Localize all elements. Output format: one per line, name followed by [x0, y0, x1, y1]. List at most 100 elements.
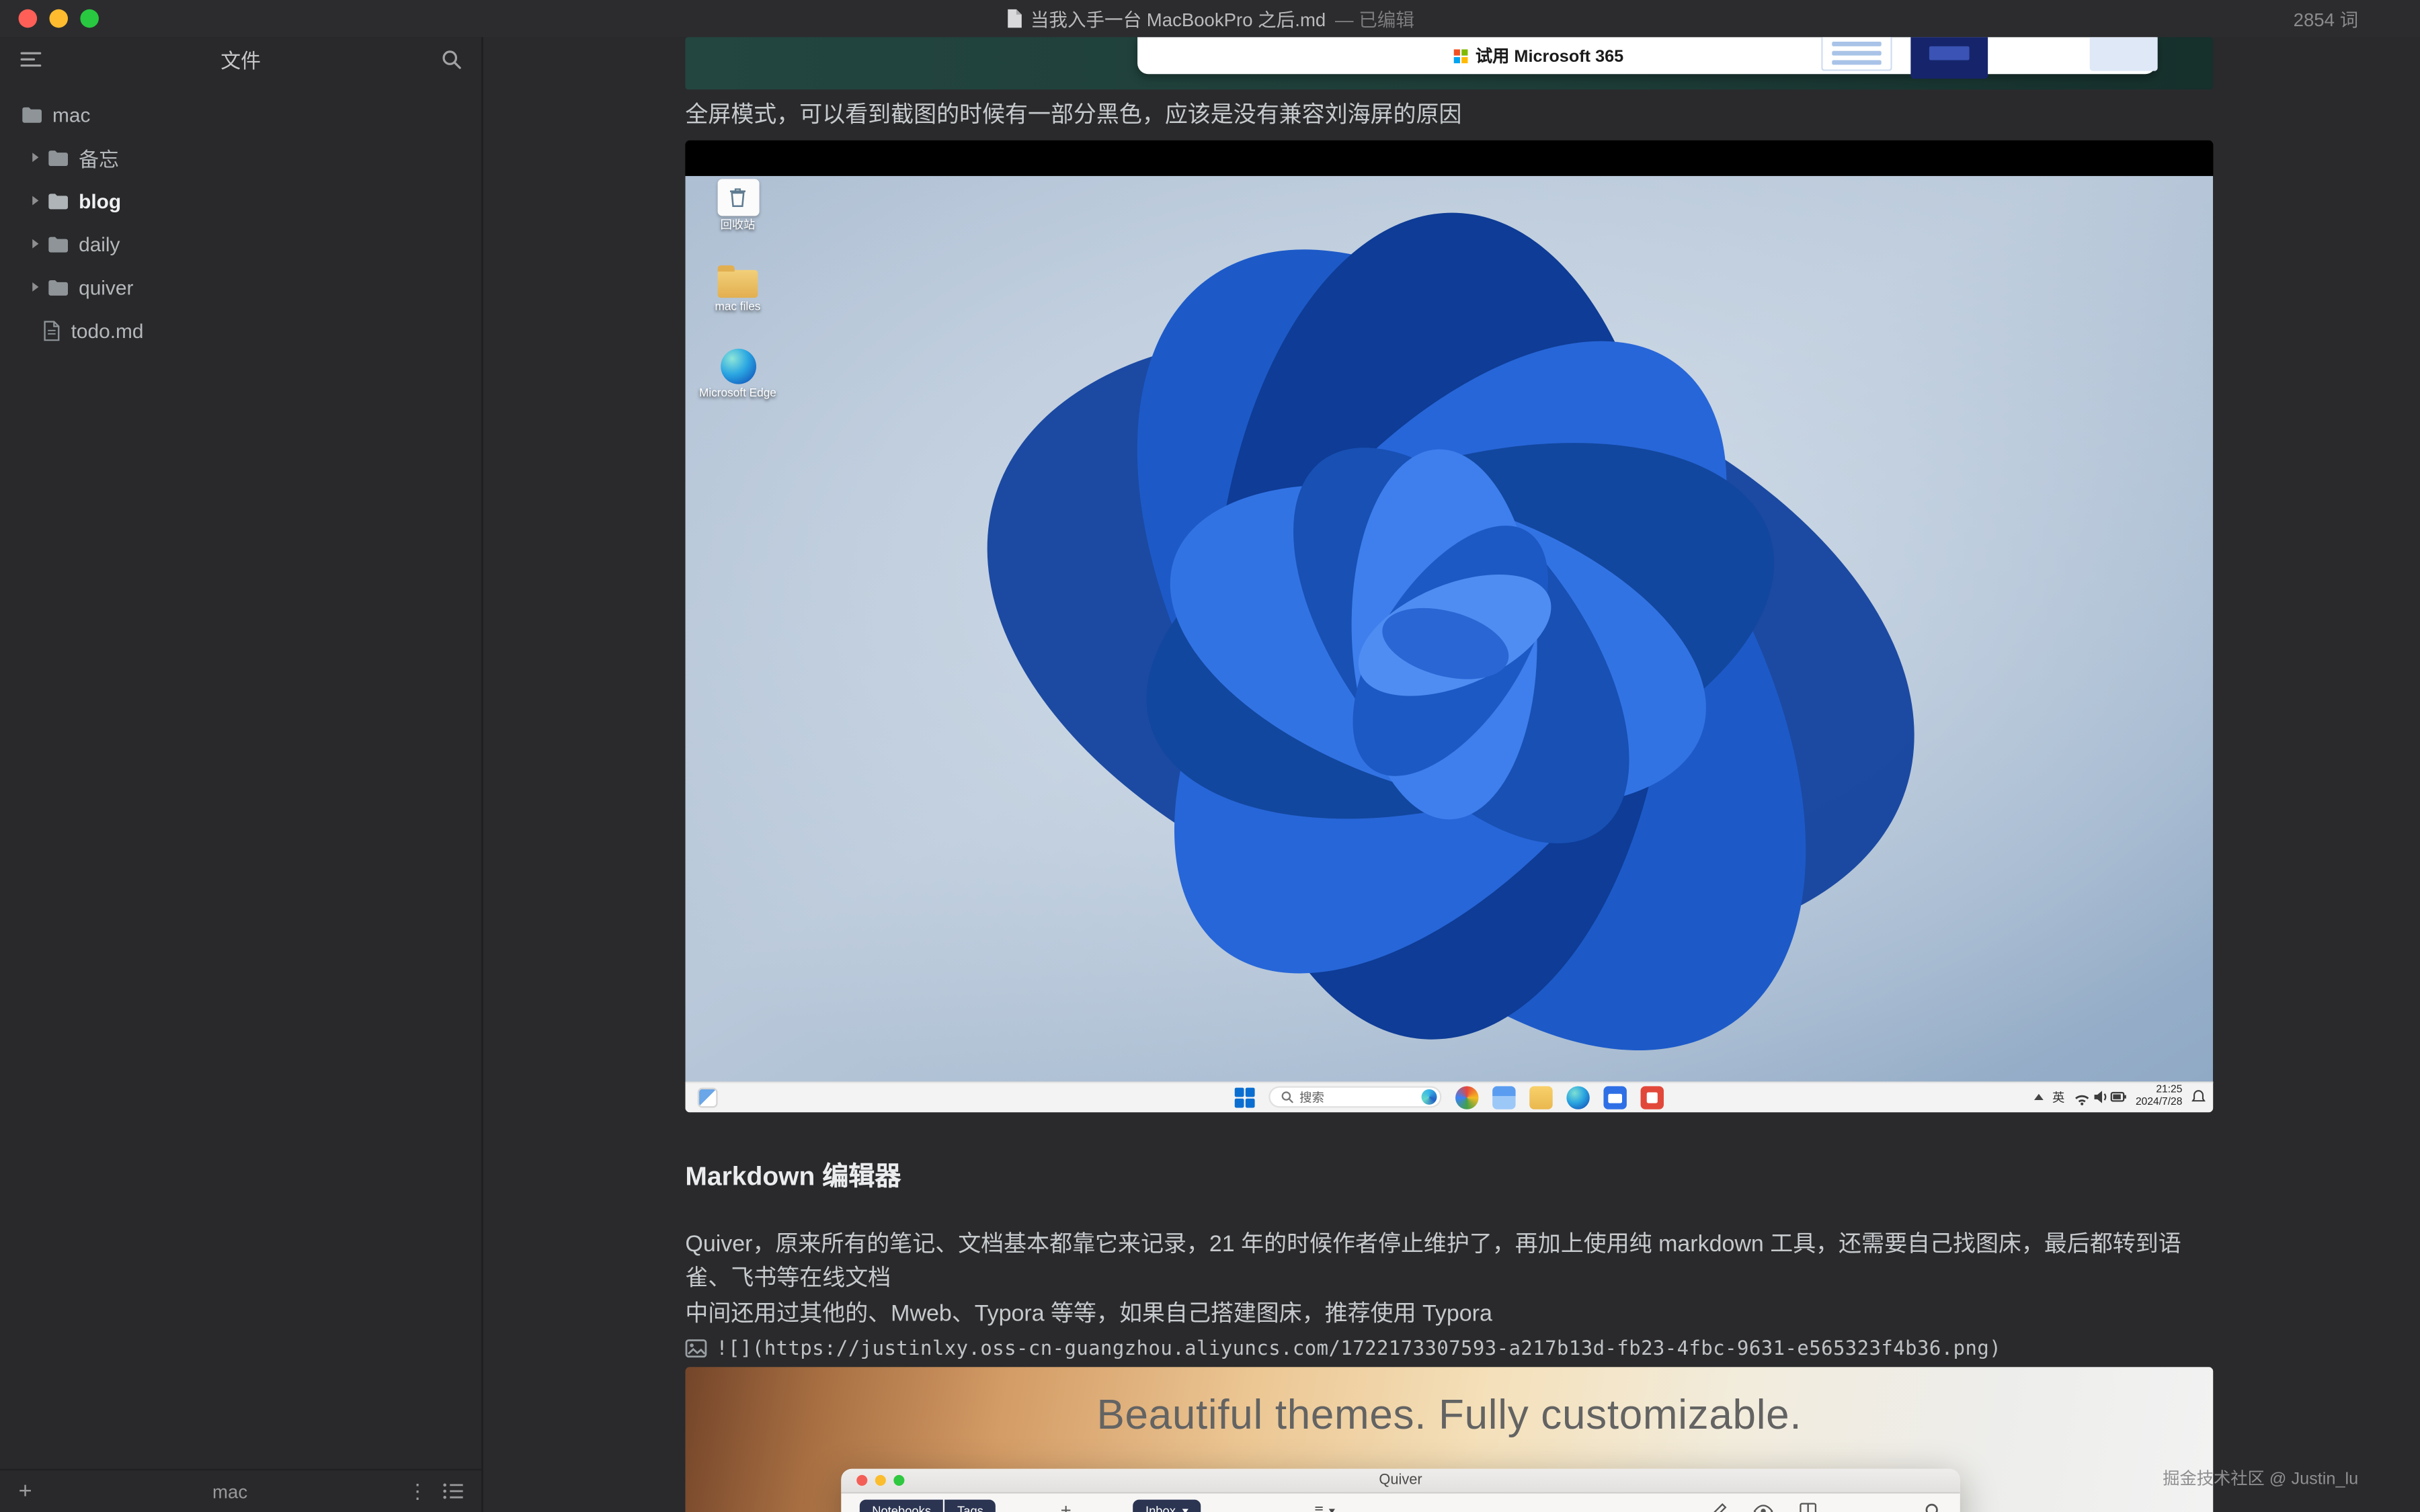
bing-icon — [1422, 1089, 1437, 1105]
sidebar-title: 文件 — [0, 44, 481, 73]
notch-black-bar — [685, 140, 2213, 175]
sidebar-item-label: quiver — [79, 276, 133, 298]
outline-toggle-icon[interactable] — [443, 1482, 463, 1499]
chevron-right-icon[interactable] — [32, 282, 38, 292]
ime-language-indicator: 英 — [2052, 1089, 2064, 1105]
edit-pencil-icon — [1710, 1502, 1727, 1512]
paragraph-quiver[interactable]: Quiver，原来所有的笔记、文档基本都靠它来记录，21 年的时候作者停止维护了… — [685, 1227, 2213, 1296]
breadcrumb[interactable]: mac — [52, 1480, 407, 1502]
document-icon — [1006, 9, 1021, 28]
widgets-icon — [698, 1087, 718, 1107]
menu-icon: ≡ — [1315, 1502, 1324, 1512]
community-watermark: 掘金技术社区 @ Justin_lu — [2163, 1466, 2358, 1490]
desktop-icon-edge: Microsoft Edge — [694, 348, 781, 400]
sidebar-toggle-icon[interactable] — [20, 50, 42, 67]
traffic-lights — [19, 9, 99, 28]
quiver-toolbar: Notebooks Tags + Inbox ≡ — [841, 1493, 1960, 1512]
sidebar-item-mac[interactable]: mac — [0, 93, 481, 136]
copilot-icon — [1455, 1085, 1478, 1108]
fullscreen-button[interactable] — [80, 9, 99, 28]
file-icon — [43, 320, 60, 340]
try-microsoft-365: 试用 Microsoft 365 — [1454, 37, 1623, 74]
quiver-titlebar: Quiver — [841, 1468, 1960, 1493]
desktop-icon-label: 回收站 — [721, 218, 756, 232]
quiver-window: Quiver Notebooks Tags + Inbox — [841, 1468, 1960, 1512]
heading-markdown-editor[interactable]: Markdown 编辑器 — [685, 1153, 2213, 1191]
clock: 21:25 2024/7/28 — [2136, 1085, 2182, 1110]
embedded-image-office[interactable]: 试用 Microsoft 365 — [685, 37, 2213, 89]
sidebar-item-quiver[interactable]: quiver — [0, 265, 481, 308]
edge-icon — [720, 348, 756, 384]
microsoft-logo-icon — [1454, 48, 1468, 62]
windows-search-box: 搜索 — [1268, 1086, 1441, 1107]
add-file-button[interactable]: + — [19, 1480, 53, 1503]
add-note-button: + — [1061, 1501, 1072, 1512]
chevron-down-icon — [1328, 1508, 1334, 1512]
embedded-image-typora[interactable]: Beautiful themes. Fully customizable. Qu… — [685, 1366, 2213, 1512]
search-icon — [1925, 1502, 1941, 1512]
chevron-right-icon[interactable] — [32, 239, 38, 249]
red-app-icon — [1641, 1085, 1664, 1108]
tab-tags: Tags — [945, 1499, 996, 1512]
folder-icon — [718, 269, 758, 297]
time: 21:25 — [2156, 1085, 2182, 1097]
folder-icon — [22, 106, 42, 122]
desktop-icon-label: Microsoft Edge — [699, 386, 776, 400]
notification-bell-icon — [2191, 1089, 2206, 1105]
document-body[interactable]: 试用 Microsoft 365 全屏模式，可以看到截图的时候有一部分黑色，应该… — [685, 37, 2213, 1512]
chevron-right-icon[interactable] — [32, 196, 38, 206]
sidebar-item-daily[interactable]: daily — [0, 222, 481, 265]
sidebar-item-label: daily — [79, 233, 120, 255]
app-window: 当我入手一台 MacBookPro 之后.md — 已编辑 2854 词 文件 … — [0, 0, 2420, 1512]
folder-icon — [48, 149, 68, 166]
chevron-right-icon[interactable] — [32, 153, 38, 162]
sidebar-item-beiwang[interactable]: 备忘 — [0, 136, 481, 179]
minimize-button[interactable] — [49, 9, 68, 28]
folder-icon — [48, 235, 68, 252]
inbox-label: Inbox — [1145, 1503, 1176, 1512]
quiver-toolbar-right — [1684, 1502, 1941, 1512]
tab-notebooks: Notebooks — [860, 1499, 944, 1512]
blue-app-icon — [1603, 1085, 1626, 1108]
edge-taskbar-icon — [1566, 1085, 1589, 1108]
markdown-image-link[interactable]: ![](https://justinlxy.oss-cn-guangzhou.a… — [685, 1331, 2213, 1366]
office-popup-panel: 试用 Microsoft 365 — [1137, 37, 2156, 74]
close-button — [856, 1474, 867, 1485]
file-tree: mac 备忘 blog daily quiver — [0, 80, 481, 351]
paragraph-fullscreen[interactable]: 全屏模式，可以看到截图的时候有一部分黑色，应该是没有兼容刘海屏的原因 — [685, 99, 2213, 134]
preview-eye-icon — [1753, 1503, 1773, 1512]
edited-badge: — 已编辑 — [1335, 5, 1414, 32]
image-icon — [685, 1339, 707, 1358]
close-button[interactable] — [19, 9, 38, 28]
folder-icon — [48, 278, 68, 295]
template-thumbnail — [1821, 37, 1892, 71]
date: 2024/7/28 — [2136, 1097, 2182, 1109]
file-sidebar: 文件 mac 备忘 blog daily — [0, 37, 483, 1512]
windows-desktop: 回收站 mac files Microsoft Edge — [685, 175, 2213, 1081]
sidebar-item-blog[interactable]: blog — [0, 179, 481, 222]
desktop-icon-mac-files: mac files — [694, 261, 781, 313]
sidebar-item-label: blog — [79, 189, 121, 212]
sidebar-item-label: 备忘 — [79, 142, 119, 172]
minimize-button — [875, 1474, 886, 1485]
sidebar-footer: + mac ⋮ — [0, 1469, 481, 1512]
search-icon[interactable] — [442, 48, 462, 69]
more-options-button[interactable]: ⋮ — [407, 1479, 428, 1504]
notebooks-tags-segment: Notebooks Tags — [860, 1499, 996, 1512]
embedded-image-windows11[interactable]: 回收站 mac files Microsoft Edge — [685, 140, 2213, 1111]
windows-taskbar: 搜索 英 — [685, 1081, 2213, 1111]
inbox-dropdown: Inbox — [1133, 1499, 1201, 1512]
paragraph-other-editors[interactable]: 中间还用过其他的、Mweb、Typora 等等，如果自己搭建图床，推荐使用 Ty… — [685, 1297, 2213, 1332]
image-url-text: ![](https://justinlxy.oss-cn-guangzhou.a… — [716, 1331, 2001, 1366]
themes-headline: Beautiful themes. Fully customizable. — [685, 1391, 2213, 1439]
editor-pane[interactable]: 试用 Microsoft 365 全屏模式，可以看到截图的时候有一部分黑色，应该… — [485, 37, 2420, 1512]
windows-bloom-wallpaper — [685, 175, 2213, 1081]
window-title: 当我入手一台 MacBookPro 之后.md — 已编辑 — [1006, 5, 1414, 32]
titlebar: 当我入手一台 MacBookPro 之后.md — 已编辑 2854 词 — [0, 0, 2420, 37]
fullscreen-button — [893, 1474, 904, 1485]
search-placeholder: 搜索 — [1299, 1089, 1415, 1105]
word-count: 2854 词 — [2294, 0, 2359, 37]
sidebar-item-todo-md[interactable]: todo.md — [0, 308, 481, 351]
system-tray: 英 21:25 2024/ — [2033, 1083, 2205, 1112]
network-volume-battery-icons — [2074, 1088, 2126, 1107]
